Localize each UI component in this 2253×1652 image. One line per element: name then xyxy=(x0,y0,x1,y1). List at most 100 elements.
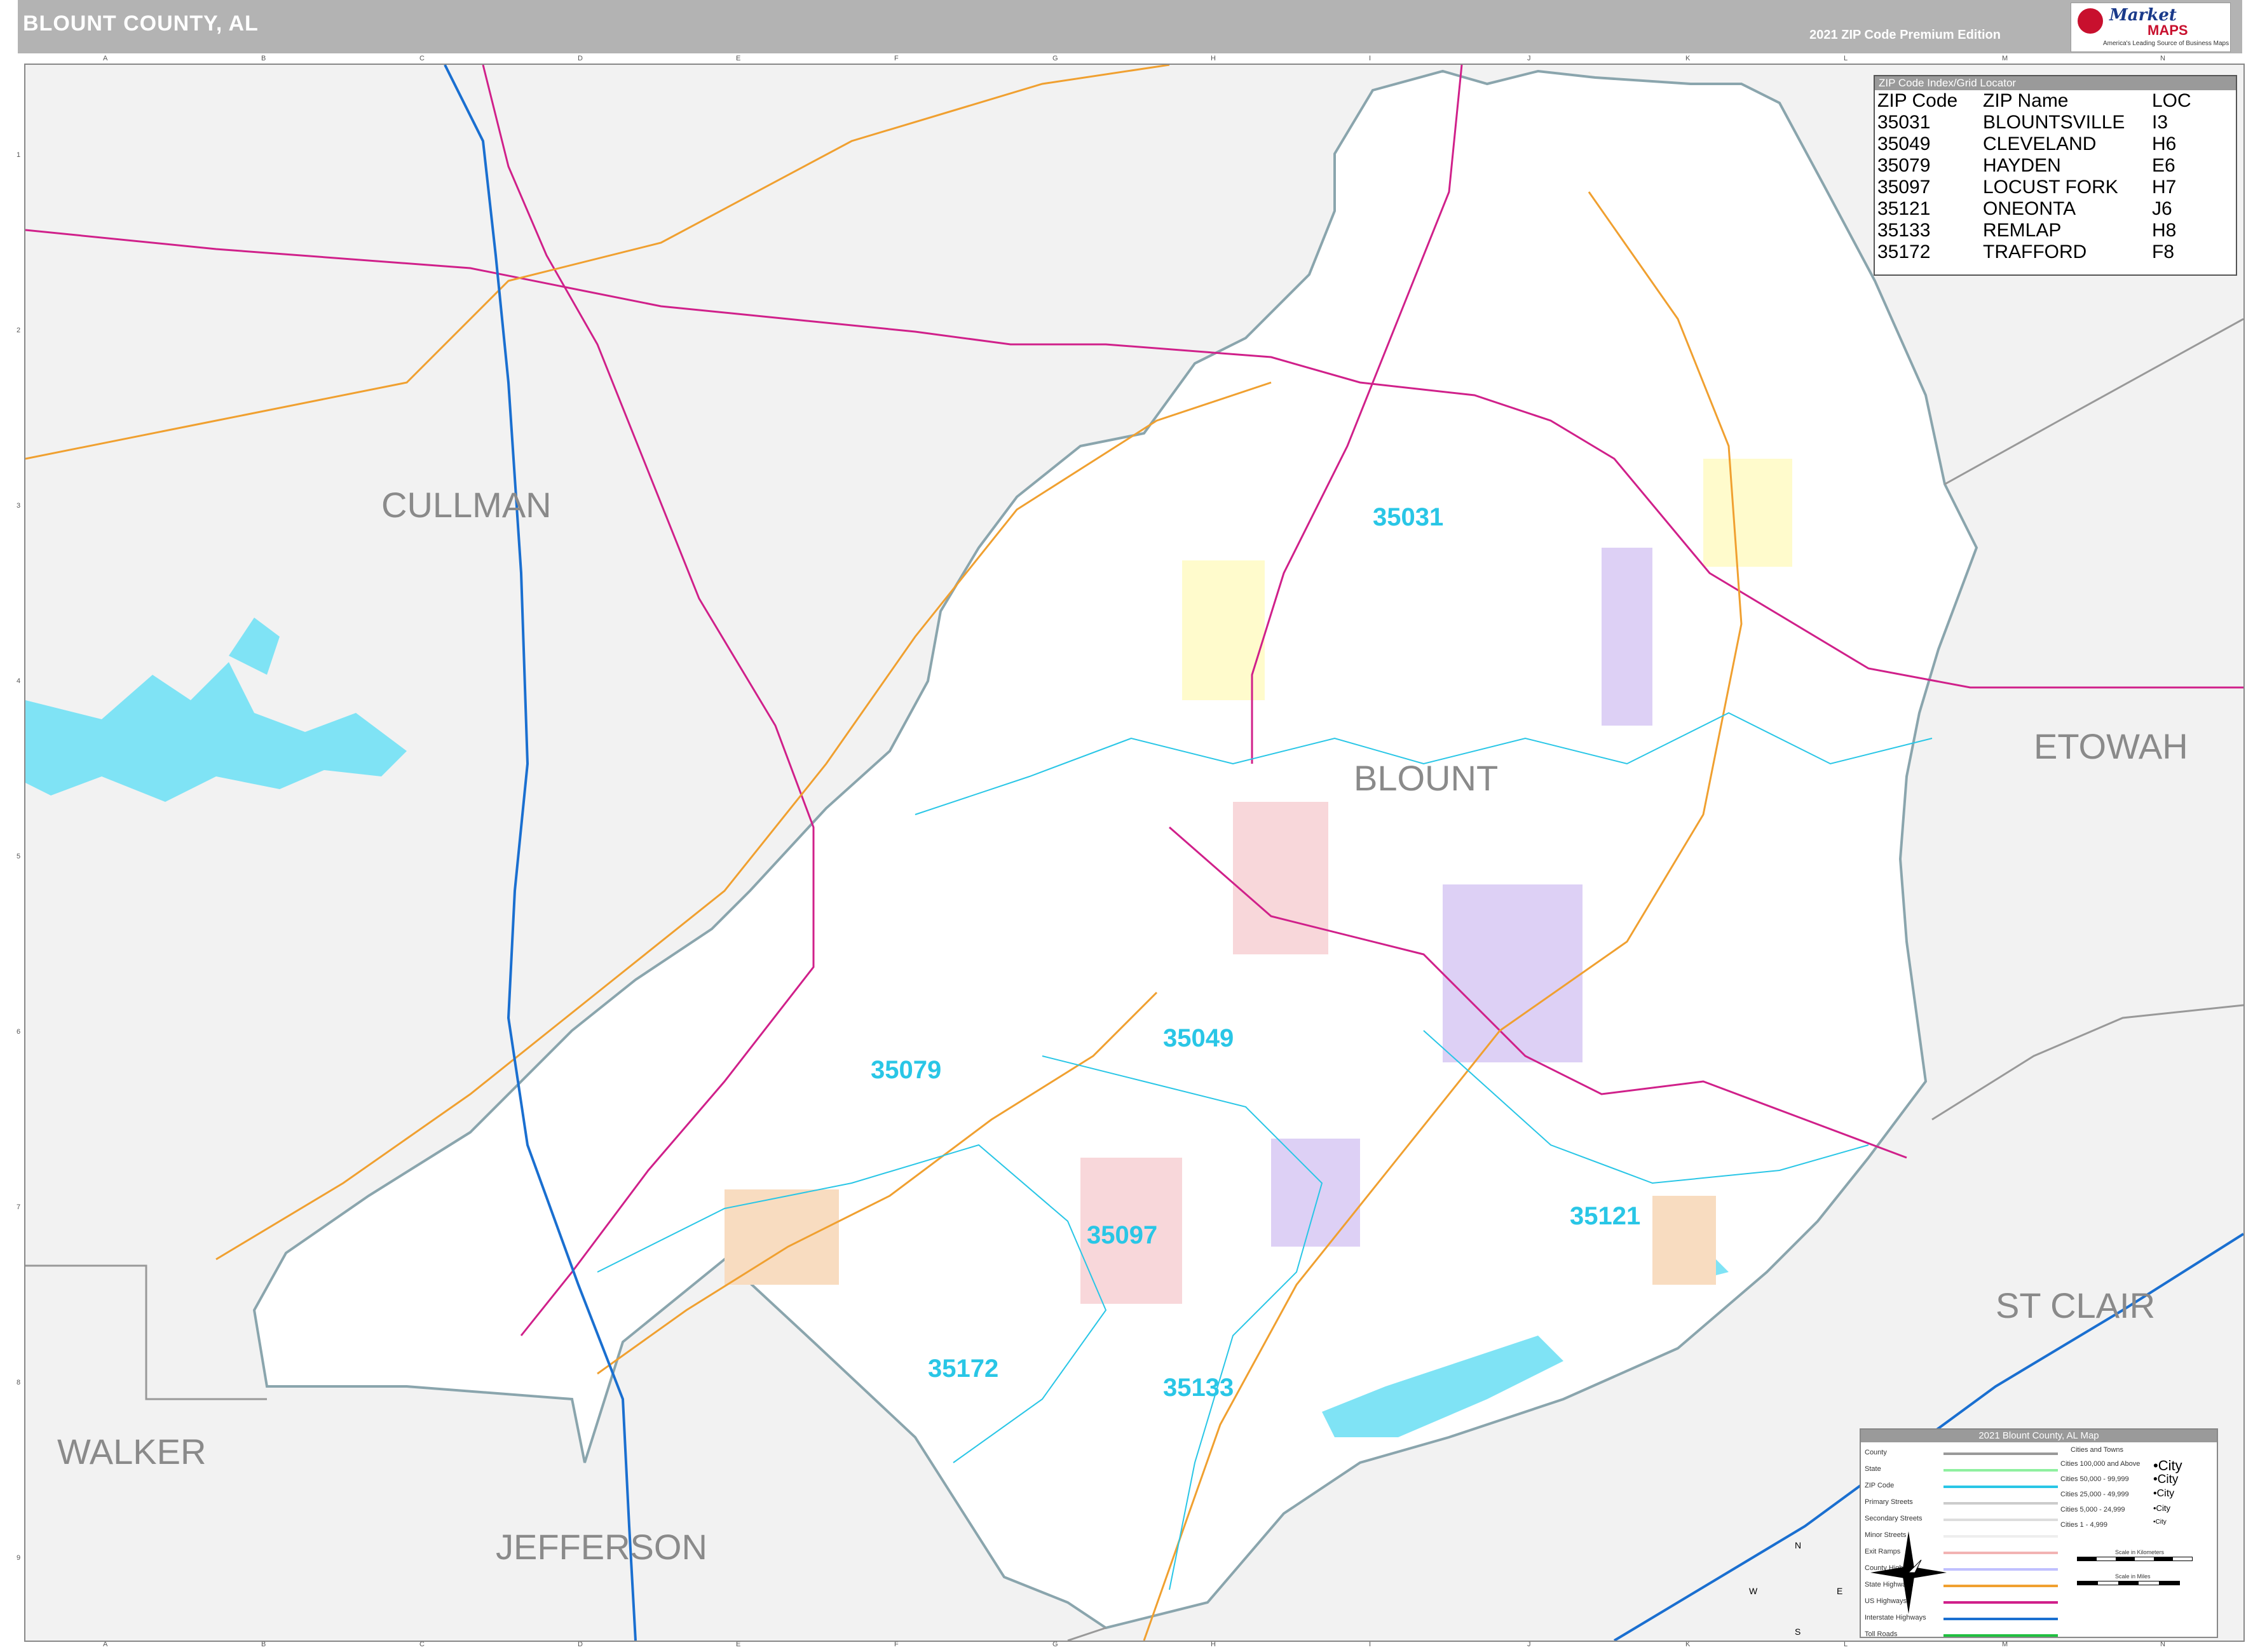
map-header: BLOUNT COUNTY, AL 2021 ZIP Code Premium … xyxy=(18,0,2242,53)
map-frame[interactable]: CULLMAN BLOUNT ETOWAH ST CLAIR WALKER JE… xyxy=(24,64,2245,1642)
county-label-blount: BLOUNT xyxy=(1354,758,1499,798)
county-label-etowah: ETOWAH xyxy=(2034,726,2188,766)
county-label-walker: WALKER xyxy=(57,1432,207,1472)
grid-column-label: D xyxy=(578,55,583,62)
zip-label-35133: 35133 xyxy=(1163,1374,1234,1402)
zip-name-cell: ONEONTA xyxy=(1983,198,2076,219)
rosa-city-area xyxy=(1271,1139,1360,1247)
zip-index-row: 35049 CLEVELAND H6 xyxy=(1877,133,2195,155)
grid-column-label: A xyxy=(103,55,108,62)
legend-item-label: Primary Streets xyxy=(1865,1498,1913,1506)
grid-row-label: 2 xyxy=(17,327,21,334)
zip-loc-cell: J6 xyxy=(2152,198,2172,219)
oneonta-city-area xyxy=(1443,884,1583,1062)
hayden-city-area xyxy=(725,1189,839,1285)
grid-row-label: 1 xyxy=(17,151,21,159)
lake-arm-north xyxy=(229,618,280,675)
legend-city-sample: •City xyxy=(2153,1458,2182,1473)
zip-index-row: 35031 BLOUNTSVILLE I3 xyxy=(1877,112,2195,133)
grid-column-label: G xyxy=(1052,55,1058,62)
legend-item-swatch xyxy=(1943,1568,2058,1571)
legend-cities-title: Cities and Towns xyxy=(2071,1446,2123,1454)
zip-code-cell: 35031 xyxy=(1877,112,1931,133)
zip-name-cell: BLOUNTSVILLE xyxy=(1983,112,2125,133)
legend-item-label: Toll Roads xyxy=(1865,1630,1898,1638)
scale-mi-label: Scale in Miles xyxy=(2115,1573,2151,1580)
lewis-smith-lake xyxy=(25,662,407,802)
state-highway-79 xyxy=(25,65,1170,460)
zip-loc-cell: I3 xyxy=(2152,112,2168,133)
map-canvas[interactable] xyxy=(25,65,2243,1641)
county-label-st-clair: ST CLAIR xyxy=(1996,1285,2156,1325)
compass-n: N xyxy=(1795,1540,1802,1550)
zip-index-header-loc: LOC xyxy=(2152,90,2191,111)
zip-index-header-name: ZIP Name xyxy=(1983,90,2069,111)
grid-column-label: C xyxy=(419,55,425,62)
zip-index-row: 35133 REMLAP H8 xyxy=(1877,220,2195,241)
county-label-jefferson: JEFFERSON xyxy=(496,1527,707,1567)
grid-column-labels-top: A B C D E F G H I J K L M N xyxy=(24,55,2242,64)
grid-column-label: E xyxy=(736,55,741,62)
zip-code-cell: 35133 xyxy=(1877,220,1931,241)
market-maps-logo: Market MAPS America's Leading Source of … xyxy=(2071,3,2231,52)
zip-code-cell: 35097 xyxy=(1877,177,1931,198)
zip-name-cell: REMLAP xyxy=(1983,220,2062,241)
grid-row-label: 4 xyxy=(17,677,21,685)
legend-item-swatch xyxy=(1943,1502,2058,1505)
altoona-city-area xyxy=(1602,548,1652,726)
zip-code-cell: 35172 xyxy=(1877,241,1931,262)
legend-item-swatch xyxy=(1943,1634,2058,1637)
highland-lake-area xyxy=(1652,1196,1716,1285)
map-title: BLOUNT COUNTY, AL xyxy=(23,11,259,36)
county-line-walker xyxy=(25,1264,267,1400)
grid-row-labels: 1 2 3 4 5 6 7 8 9 xyxy=(17,64,24,1639)
grid-row-label: 6 xyxy=(17,1028,21,1036)
legend-city-label: Cities 5,000 - 24,999 xyxy=(2060,1506,2125,1513)
grid-column-label: K xyxy=(1685,55,1691,62)
grid-column-label: J xyxy=(1527,55,1531,62)
grid-column-label: I xyxy=(1369,55,1372,62)
legend-city-label: Cities 25,000 - 49,999 xyxy=(2060,1491,2129,1498)
zip-index-header-zip: ZIP Code xyxy=(1877,90,1958,111)
legend-city-sample: •City xyxy=(2153,1488,2175,1499)
zip-index-row: 35172 TRAFFORD F8 xyxy=(1877,241,2195,263)
grid-row-label: 3 xyxy=(17,502,21,510)
zip-code-cell: 35049 xyxy=(1877,133,1931,154)
map-legend: 2021 Blount County, AL Map County State ZI… xyxy=(1860,1428,2218,1638)
legend-item-swatch xyxy=(1943,1452,2058,1455)
legend-item-swatch xyxy=(1943,1585,2058,1587)
legend-item-swatch xyxy=(1943,1618,2058,1620)
zip-label-35097: 35097 xyxy=(1087,1221,1158,1249)
zip-index-rows: 35031 BLOUNTSVILLE I3 35049 CLEVELAND H6 35079… xyxy=(1877,112,2195,263)
zip-loc-cell: E6 xyxy=(2152,155,2175,176)
snead-city-area xyxy=(1703,459,1792,567)
legend-item-swatch xyxy=(1943,1601,2058,1604)
zip-name-cell: HAYDEN xyxy=(1983,155,2061,176)
zip-label-35031: 35031 xyxy=(1373,503,1444,531)
zip-label-35172: 35172 xyxy=(928,1355,999,1383)
edition-label: 2021 ZIP Code Premium Edition xyxy=(1809,28,2001,42)
zip-label-35079: 35079 xyxy=(871,1056,942,1084)
county-line-jefferson-south xyxy=(1067,1627,1106,1641)
legend-city-sample: •City xyxy=(2153,1473,2179,1486)
zip-index-title: ZIP Code Index/Grid Locator xyxy=(1875,76,2236,90)
legend-city-label: Cities 1 - 4,999 xyxy=(2060,1521,2107,1529)
grid-column-label: N xyxy=(2160,55,2165,62)
grid-column-label: H xyxy=(1211,55,1216,62)
zip-code-cell: 35121 xyxy=(1877,198,1931,219)
zip-label-35049: 35049 xyxy=(1163,1024,1234,1052)
cleveland-city-area xyxy=(1233,802,1328,954)
zip-loc-cell: H6 xyxy=(2152,133,2177,154)
grid-column-label: F xyxy=(894,55,899,62)
interstate-65 xyxy=(444,65,637,1641)
logo-line2: MAPS xyxy=(2147,22,2188,38)
grid-column-label: B xyxy=(261,55,266,62)
zip-index-row: 35097 LOCUST FORK H7 xyxy=(1877,177,2195,198)
legend-title: 2021 Blount County, AL Map xyxy=(1861,1430,2217,1442)
grid-row-label: 5 xyxy=(17,853,21,860)
legend-item-swatch xyxy=(1943,1486,2058,1488)
grid-column-label: L xyxy=(1844,55,1848,62)
legend-city-sample: •City xyxy=(2153,1503,2170,1513)
scale-mi-bar xyxy=(2077,1581,2180,1585)
compass-rose-icon xyxy=(1870,1531,1947,1614)
